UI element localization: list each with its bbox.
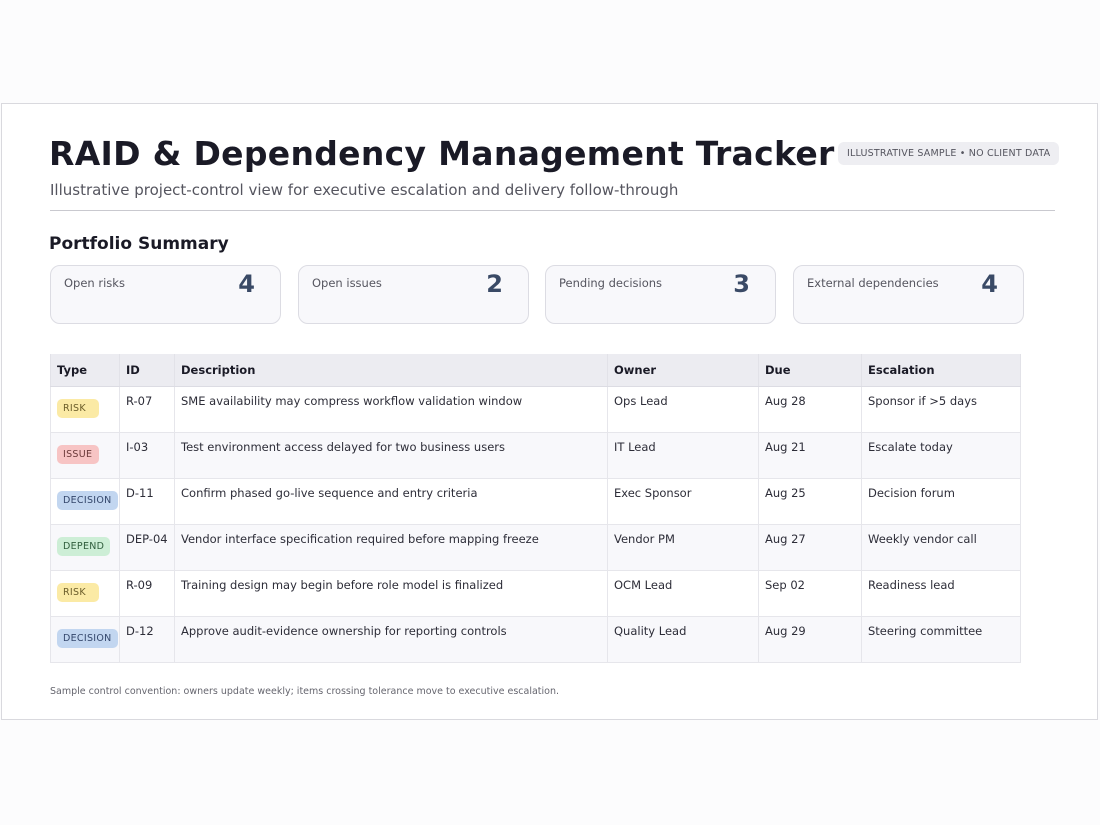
- card-label: Open risks: [64, 276, 125, 290]
- due-cell: Sep 02: [758, 570, 862, 617]
- summary-card-open-risks: Open risks 4: [50, 265, 281, 324]
- card-label: Pending decisions: [559, 276, 663, 290]
- table-row: ISSUE I-03 Test environment access delay…: [50, 432, 1021, 479]
- type-cell: RISK: [50, 570, 120, 617]
- escalation-cell: Sponsor if >5 days: [861, 386, 1021, 433]
- sample-badge: ILLUSTRATIVE SAMPLE • NO CLIENT DATA: [838, 142, 1060, 165]
- description-cell: SME availability may compress workflow v…: [174, 386, 608, 433]
- table-body: RISK R-07 SME availability may compress …: [50, 386, 1021, 663]
- id-cell: DEP-04: [119, 524, 175, 571]
- tracker-sheet: RAID & Dependency Management Tracker Ill…: [1, 103, 1098, 720]
- type-cell: DECISION: [50, 478, 120, 525]
- type-pill: RISK: [57, 399, 99, 418]
- card-value: 4: [981, 270, 998, 298]
- owner-cell: Exec Sponsor: [607, 478, 759, 525]
- table-row: DECISION D-12 Approve audit-evidence own…: [50, 616, 1021, 663]
- due-cell: Aug 29: [758, 616, 862, 663]
- header-divider: [50, 210, 1055, 211]
- table-row: RISK R-07 SME availability may compress …: [50, 386, 1021, 433]
- table-row: DEPEND DEP-04 Vendor interface specifica…: [50, 524, 1021, 571]
- table-header: Type ID Description Owner Due Escalation: [50, 354, 1021, 387]
- card-value: 2: [486, 270, 503, 298]
- type-cell: ISSUE: [50, 432, 120, 479]
- type-cell: RISK: [50, 386, 120, 433]
- summary-cards: Open risks 4 Open issues 2 Pending decis…: [50, 265, 1025, 325]
- type-pill: ISSUE: [57, 445, 99, 464]
- section-title: Portfolio Summary: [49, 234, 229, 254]
- column-header-type: Type: [50, 354, 120, 387]
- id-cell: R-09: [119, 570, 175, 617]
- owner-cell: Quality Lead: [607, 616, 759, 663]
- id-cell: I-03: [119, 432, 175, 479]
- escalation-cell: Decision forum: [861, 478, 1021, 525]
- id-cell: D-12: [119, 616, 175, 663]
- description-cell: Confirm phased go-live sequence and entr…: [174, 478, 608, 525]
- escalation-cell: Readiness lead: [861, 570, 1021, 617]
- summary-card-open-issues: Open issues 2: [298, 265, 529, 324]
- owner-cell: IT Lead: [607, 432, 759, 479]
- escalation-cell: Weekly vendor call: [861, 524, 1021, 571]
- page-subtitle: Illustrative project-control view for ex…: [50, 181, 679, 199]
- due-cell: Aug 28: [758, 386, 862, 433]
- due-cell: Aug 25: [758, 478, 862, 525]
- type-cell: DECISION: [50, 616, 120, 663]
- type-cell: DEPEND: [50, 524, 120, 571]
- column-header-description: Description: [174, 354, 608, 387]
- escalation-cell: Steering committee: [861, 616, 1021, 663]
- summary-card-pending-decisions: Pending decisions 3: [545, 265, 776, 324]
- due-cell: Aug 21: [758, 432, 862, 479]
- due-cell: Aug 27: [758, 524, 862, 571]
- card-label: External dependencies: [807, 276, 939, 290]
- description-cell: Approve audit-evidence ownership for rep…: [174, 616, 608, 663]
- raid-table: Type ID Description Owner Due Escalation…: [50, 354, 1021, 663]
- id-cell: D-11: [119, 478, 175, 525]
- description-cell: Test environment access delayed for two …: [174, 432, 608, 479]
- type-pill: RISK: [57, 583, 99, 602]
- column-header-owner: Owner: [607, 354, 759, 387]
- card-label: Open issues: [312, 276, 382, 290]
- footnote: Sample control convention: owners update…: [50, 686, 560, 697]
- table-row: RISK R-09 Training design may begin befo…: [50, 570, 1021, 617]
- page-title: RAID & Dependency Management Tracker: [49, 134, 835, 173]
- type-pill: DECISION: [57, 491, 118, 510]
- summary-card-external-dependencies: External dependencies 4: [793, 265, 1024, 324]
- column-header-id: ID: [119, 354, 175, 387]
- card-value: 3: [733, 270, 750, 298]
- column-header-due: Due: [758, 354, 862, 387]
- description-cell: Training design may begin before role mo…: [174, 570, 608, 617]
- card-value: 4: [238, 270, 255, 298]
- escalation-cell: Escalate today: [861, 432, 1021, 479]
- owner-cell: OCM Lead: [607, 570, 759, 617]
- description-cell: Vendor interface specification required …: [174, 524, 608, 571]
- owner-cell: Ops Lead: [607, 386, 759, 433]
- id-cell: R-07: [119, 386, 175, 433]
- type-pill: DECISION: [57, 629, 118, 648]
- table-row: DECISION D-11 Confirm phased go-live seq…: [50, 478, 1021, 525]
- owner-cell: Vendor PM: [607, 524, 759, 571]
- column-header-escalation: Escalation: [861, 354, 1021, 387]
- type-pill: DEPEND: [57, 537, 111, 556]
